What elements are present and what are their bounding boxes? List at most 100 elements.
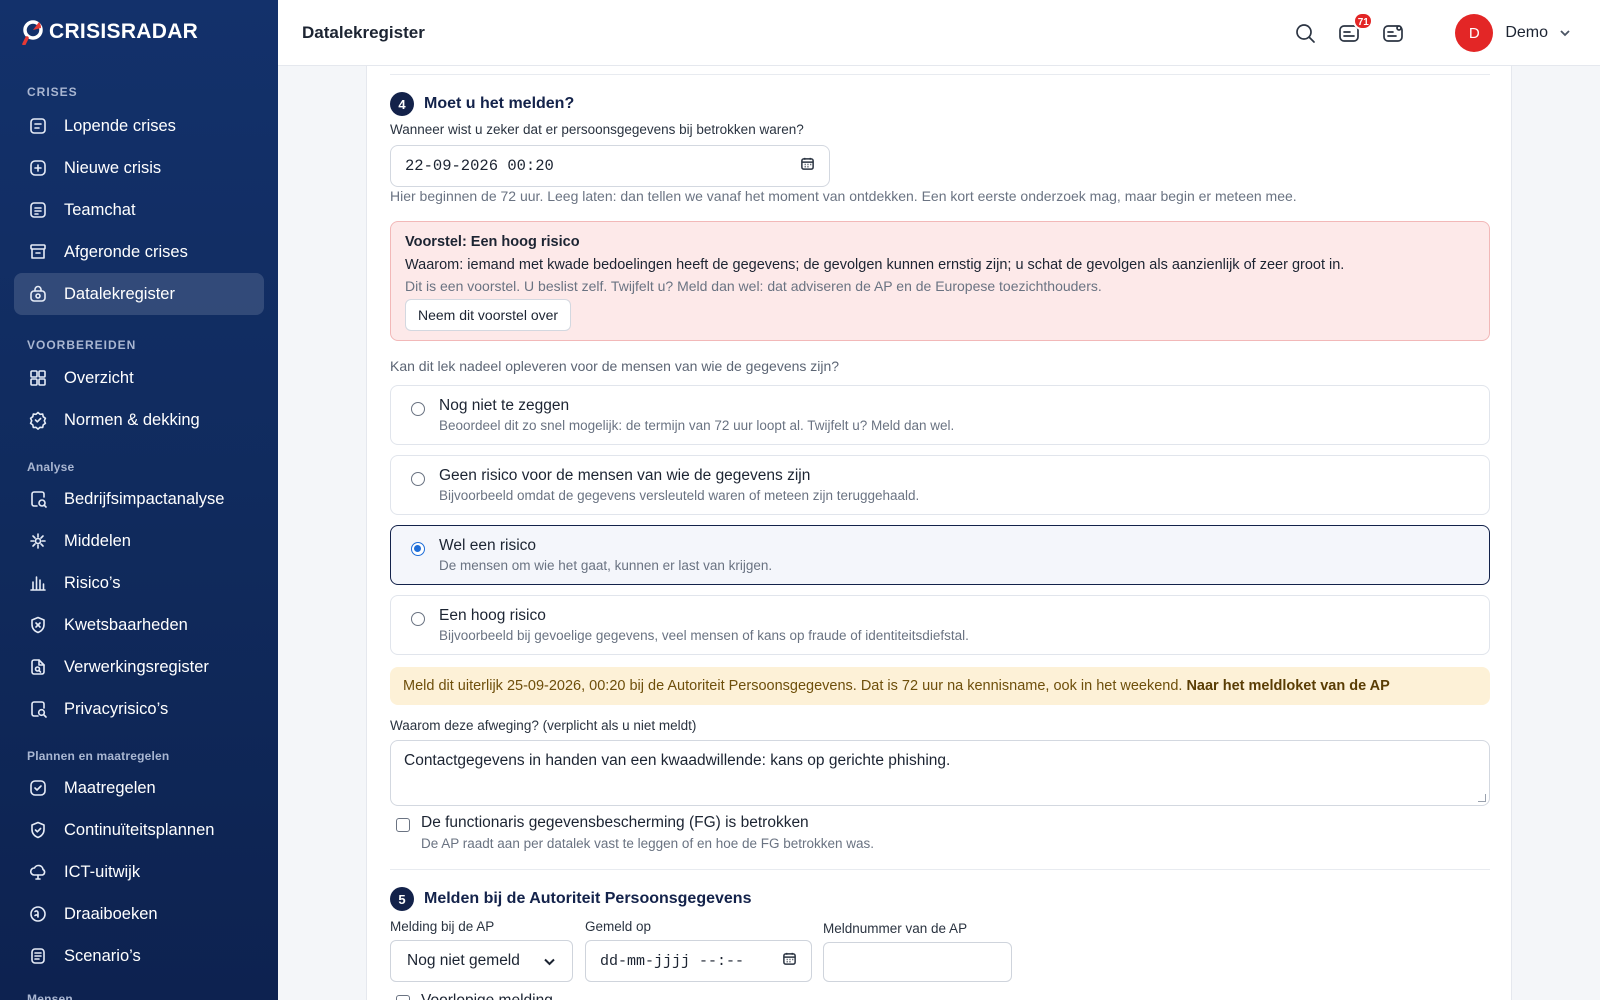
sidebar-item-label: Kwetsbaarheden [64,615,188,634]
deadline-text: Meld dit uiterlijk 25-09-2026, 00:20 bij… [403,678,1183,694]
chevron-down-icon[interactable] [1558,26,1572,40]
step-5-header: 5 Melden bij de Autoriteit Persoonsgegev… [390,887,751,911]
sidebar-item-overzicht[interactable]: Overzicht [14,357,264,399]
provisional-label: Voorlopige melding [421,992,553,1000]
sidebar-item-lopende-crises[interactable]: Lopende crises [14,105,264,147]
sidebar-item-label: ICT-uitwijk [64,862,141,881]
sidebar-item-maatregelen[interactable]: Maatregelen [14,767,264,809]
sidebar-item-scenarios[interactable]: Scenario’s [14,935,264,977]
option-description: De mensen om wie het gaat, kunnen er las… [439,558,773,573]
cloud-icon [28,862,48,882]
radio-button[interactable] [411,472,425,486]
nav-section-mensen: Mensen [27,992,73,1000]
user-name[interactable]: Demo [1505,24,1548,42]
suggestion-note: Dit is een voorstel. U beslist zelf. Twi… [405,278,1102,294]
gemeld-op-label: Gemeld op [585,919,652,934]
sidebar-item-label: Normen & dekking [64,410,200,429]
radio-button[interactable] [411,612,425,626]
shield-icon [28,820,48,840]
sidebar-item-afgeronde-crises[interactable]: Afgeronde crises [14,231,264,273]
sidebar-item-label: Teamchat [64,200,136,219]
sidebar-item-ict-uitwijk[interactable]: ICT-uitwijk [14,851,264,893]
messages-icon[interactable] [1381,21,1405,45]
sidebar-item-normen-dekking[interactable]: Normen & dekking [14,399,264,441]
top-actions: 71 D Demo [1293,0,1600,66]
step-number: 5 [390,887,414,911]
sidebar-item-verwerkingsregister[interactable]: Verwerkingsregister [14,646,264,688]
option-description: Beoordeel dit zo snel mogelijk: de termi… [439,418,955,433]
sidebar-item-label: Verwerkingsregister [64,657,209,676]
known-date-value: 22-09-2026 00:20 [405,157,554,175]
sidebar-item-draaiboeken[interactable]: Draaiboeken [14,893,264,935]
radio-button-selected[interactable] [411,542,425,556]
fg-checkbox[interactable] [396,818,410,832]
suggestion-title: Voorstel: Een hoog risico [405,234,580,250]
adopt-suggestion-button[interactable]: Neem dit voorstel over [405,299,572,331]
sidebar-item-label: Lopende crises [64,116,176,135]
sidebar-item-label: Maatregelen [64,778,156,797]
sidebar-item-kwetsbaarheden[interactable]: Kwetsbaarheden [14,604,264,646]
sidebar-item-risicos[interactable]: Risico’s [14,562,264,604]
meldnummer-input[interactable] [823,942,1012,982]
sidebar-item-label: Datalekregister [64,284,175,303]
risk-option-risk[interactable]: Wel een risico De mensen om wie het gaat… [390,525,1490,585]
nav-section-crises: CRISES [27,85,78,99]
suggestion-alert: Voorstel: Een hoog risico Waarom: iemand… [390,221,1490,341]
sidebar-item-label: Continuïteitsplannen [64,820,215,839]
option-description: Bijvoorbeeld omdat de gegevens versleute… [439,488,920,503]
melding-value: Nog niet gemeld [407,952,520,969]
sidebar-item-continuiteitsplannen[interactable]: Continuïteitsplannen [14,809,264,851]
provisional-checkbox[interactable] [396,995,410,1000]
reason-textarea[interactable]: Contactgegevens in handen van een kwaadw… [390,740,1490,806]
gemeld-op-input[interactable]: dd-mm-jjjj --:-- [585,940,812,982]
known-date-input[interactable]: 22-09-2026 00:20 [390,145,830,187]
sidebar-item-privacyrisicos[interactable]: Privacyrisico’s [14,688,264,730]
check-square-icon [28,778,48,798]
logo[interactable]: CRISISRADAR [0,0,278,64]
shield-check-icon [28,410,48,430]
resize-handle-icon[interactable] [1478,794,1486,802]
reason-label: Waarom deze afweging? (verplicht als u n… [390,718,697,733]
reason-value: Contactgegevens in handen van een kwaadw… [404,752,951,769]
calendar-icon[interactable] [800,156,815,176]
risk-option-high[interactable]: Een hoog risico Bijvoorbeeld bij gevoeli… [390,595,1490,655]
chat-icon [28,200,48,220]
ap-portal-link[interactable]: Naar het meldloket van de AP [1186,678,1389,694]
sidebar-item-teamchat[interactable]: Teamchat [14,189,264,231]
risk-option-unknown[interactable]: Nog niet te zeggen Beoordeel dit zo snel… [390,385,1490,445]
sidebar-item-label: Privacyrisico’s [64,699,169,718]
list-icon [28,116,48,136]
sidebar-item-label: Afgeronde crises [64,242,188,261]
sidebar-item-nieuwe-crisis[interactable]: Nieuwe crisis [14,147,264,189]
archive-icon [28,242,48,262]
sidebar-item-label: Overzicht [64,368,134,387]
gemeld-op-placeholder: dd-mm-jjjj --:-- [600,952,745,970]
divider [390,869,1490,870]
logo-text: CRISISRADAR [49,20,199,43]
sidebar-item-label: Scenario’s [64,946,141,965]
sidebar-item-datalekregister[interactable]: Datalekregister [14,273,264,315]
calendar-icon[interactable] [782,951,797,971]
known-date-hint: Hier beginnen de 72 uur. Leeg laten: dan… [390,188,1297,204]
analysis-icon [28,489,48,509]
breach-form: 4 Moet u het melden? Wanneer wist u zeke… [366,66,1512,1000]
option-description: Bijvoorbeeld bij gevoelige gegevens, vee… [439,628,969,643]
resources-icon [28,531,48,551]
sidebar-item-label: Middelen [64,531,131,550]
notification-badge: 71 [1353,12,1374,30]
radio-button[interactable] [411,402,425,416]
plus-square-icon [28,158,48,178]
sidebar-item-middelen[interactable]: Middelen [14,520,264,562]
sidebar-item-bedrijfsimpactanalyse[interactable]: Bedrijfsimpactanalyse [14,478,264,520]
avatar[interactable]: D [1455,14,1494,52]
option-title: Een hoog risico [439,607,546,624]
suggestion-reason: Waarom: iemand met kwade bedoelingen hee… [405,257,1345,273]
risk-option-none[interactable]: Geen risico voor de mensen van wie de ge… [390,455,1490,515]
notifications-icon[interactable]: 71 [1337,12,1374,45]
sidebar-item-label: Risico’s [64,573,121,592]
melding-select[interactable]: Nog niet gemeld [390,940,573,982]
nav-section-voorbereiden: VOORBEREIDEN [27,338,137,352]
search-icon[interactable] [1293,21,1317,45]
privacy-search-icon [28,699,48,719]
scenario-icon [28,946,48,966]
